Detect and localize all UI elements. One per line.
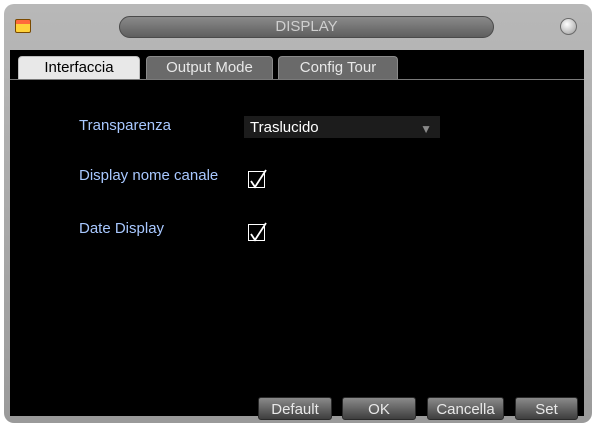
ok-button[interactable]: OK <box>342 397 416 420</box>
app-icon <box>15 19 31 33</box>
title-bar: DISPLAY <box>4 4 592 48</box>
close-icon[interactable] <box>560 18 577 35</box>
window-title: DISPLAY <box>119 16 494 38</box>
display-window: DISPLAY Interfaccia Output Mode Config T… <box>4 4 592 423</box>
date-display-checkbox[interactable] <box>248 222 267 242</box>
transparency-value: Traslucido <box>250 119 319 136</box>
tab-output-mode[interactable]: Output Mode <box>146 56 273 80</box>
channel-name-label: Display nome canale <box>79 167 219 184</box>
chevron-down-icon: ▼ <box>420 122 432 136</box>
tab-divider <box>10 79 584 80</box>
transparency-label: Transparenza <box>79 117 171 134</box>
tab-config-tour[interactable]: Config Tour <box>278 56 398 80</box>
set-button[interactable]: Set <box>515 397 578 420</box>
cancel-button[interactable]: Cancella <box>427 397 504 420</box>
date-display-label: Date Display <box>79 220 165 237</box>
checkmark-icon <box>250 169 267 189</box>
settings-panel: Interfaccia Output Mode Config Tour Tran… <box>10 50 584 420</box>
transparency-select[interactable]: Traslucido ▼ <box>243 115 441 139</box>
tab-bar: Interfaccia Output Mode Config Tour <box>10 50 584 80</box>
default-button[interactable]: Default <box>258 397 332 420</box>
checkmark-icon <box>250 222 267 242</box>
channel-name-checkbox[interactable] <box>248 169 267 189</box>
tab-interfaccia[interactable]: Interfaccia <box>18 56 140 80</box>
